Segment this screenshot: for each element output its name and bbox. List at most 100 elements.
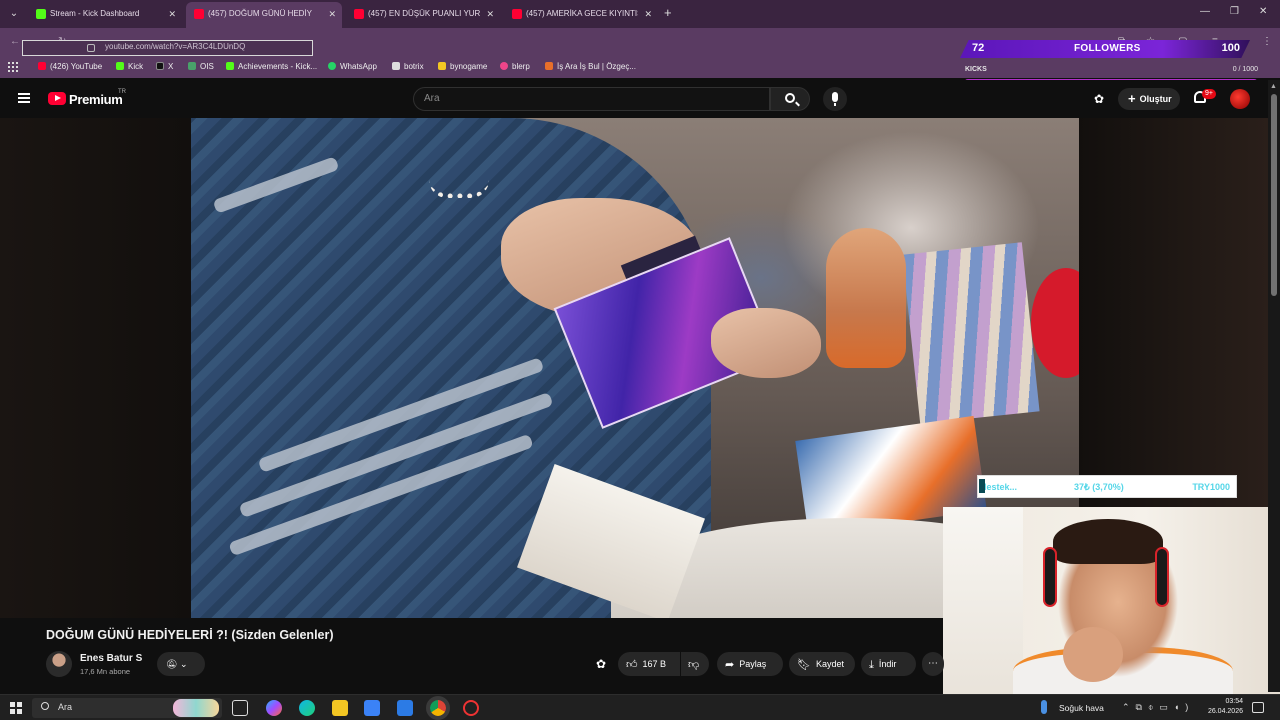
youtube-icon	[512, 9, 522, 19]
weather-icon	[1041, 700, 1047, 714]
bynogame-icon	[438, 62, 446, 70]
video-scene-necklace	[429, 180, 489, 198]
clock-date: 26.04.2026	[1207, 708, 1243, 715]
tab-video-3[interactable]: (457) AMERİKA GECE KIYINTISI ✕	[504, 3, 658, 25]
edge-icon[interactable]	[299, 700, 315, 716]
channel-subscribers: 17,6 Mn abone	[80, 667, 131, 676]
kick-icon	[36, 9, 46, 19]
tab-close-icon[interactable]: ✕	[644, 3, 652, 25]
copilot-icon[interactable]	[266, 700, 282, 716]
chrome-icon[interactable]	[426, 696, 450, 720]
extension-gear-icon[interactable]: ✿	[1094, 92, 1104, 106]
bookmark-ois[interactable]: OIS	[188, 62, 214, 71]
tab-title: (457) AMERİKA GECE KIYINTISI	[526, 9, 638, 18]
maximize-icon[interactable]: ❐	[1230, 6, 1239, 17]
tab-active-video[interactable]: (457) DOĞUM GÜNÜ HEDİY ✕	[186, 2, 342, 28]
windows-taskbar: Ara Soğuk hava ⌃⧉⌽▭◖) 03:54 26.04.2026	[0, 694, 1280, 720]
job-icon	[545, 62, 553, 70]
channel-name[interactable]: Enes Batur S	[80, 653, 142, 664]
browser-menu-icon[interactable]: ⋮	[1262, 36, 1272, 47]
search-button[interactable]	[770, 87, 810, 111]
apps-grid-icon[interactable]	[8, 62, 18, 72]
taskbar-clock[interactable]: 03:54 26.04.2026	[1203, 697, 1243, 717]
like-button[interactable]: 👍︎ 167 B	[618, 652, 680, 676]
taskbar-search-placeholder: Ara	[58, 702, 73, 712]
download-button[interactable]: ⤓ İndir	[861, 652, 916, 676]
tab-search-chevron-icon[interactable]: ⌄	[6, 6, 22, 22]
subscribed-notifications-button[interactable]: 🔕︎ ⌄	[157, 652, 205, 676]
share-icon: ➦	[725, 659, 735, 671]
botrix-icon	[392, 62, 400, 70]
headphones-icon	[1043, 547, 1057, 607]
share-button[interactable]: ➦ Paylaş	[717, 652, 783, 676]
region-code: TR	[118, 89, 126, 95]
bookmark-kick-achievements[interactable]: Achievements - Kick...	[226, 62, 317, 71]
bookmark-blerp[interactable]: blerp	[500, 62, 530, 71]
tab-title: (457) DOĞUM GÜNÜ HEDİY	[208, 9, 313, 18]
taskbar-search-input[interactable]: Ara	[32, 698, 222, 718]
obs-icon[interactable]	[463, 700, 479, 716]
back-icon[interactable]: ←	[10, 36, 20, 47]
tab-title: (457) EN DÜŞÜK PUANLI YURT	[368, 9, 480, 18]
webcam-person-hair	[1053, 519, 1163, 564]
site-info-icon[interactable]	[87, 44, 95, 52]
scrollbar-thumb[interactable]	[1271, 94, 1277, 296]
scroll-up-icon[interactable]: ▲	[1270, 83, 1277, 90]
close-window-icon[interactable]: ✕	[1259, 6, 1267, 17]
account-avatar[interactable]	[1230, 89, 1250, 109]
youtube-logo-icon[interactable]	[48, 92, 66, 105]
new-tab-button[interactable]: +	[664, 5, 672, 20]
system-tray-icons[interactable]: ⌃⧉⌽▭◖)	[1122, 702, 1194, 713]
voice-search-mic-icon[interactable]	[823, 87, 847, 111]
screen: ⌄ Stream - Kick Dashboard ✕ (457) DOĞUM …	[0, 0, 1280, 720]
bookmark-whatsapp[interactable]: WhatsApp	[328, 62, 377, 71]
address-bar[interactable]: youtube.com/watch?v=AR3C4LDUnDQ	[22, 40, 313, 56]
windows-start-icon[interactable]	[10, 702, 22, 714]
tab-close-icon[interactable]: ✕	[328, 2, 336, 26]
search-input[interactable]: Ara	[413, 87, 770, 111]
create-button[interactable]: + Oluştur	[1118, 88, 1180, 110]
bookmark-x[interactable]: X	[156, 62, 173, 71]
channel-avatar[interactable]	[46, 651, 72, 677]
more-actions-icon[interactable]: ⋯	[922, 652, 944, 676]
blerp-icon	[500, 62, 508, 70]
mail-icon[interactable]	[397, 700, 413, 716]
save-button[interactable]: 🔖︎ Kaydet	[789, 652, 855, 676]
kicks-label: KICKS	[965, 66, 987, 73]
clock-time: 03:54	[1225, 698, 1243, 705]
donation-progress: 37₺ (3,70%)	[1074, 482, 1124, 492]
tab-close-icon[interactable]: ✕	[168, 3, 176, 25]
youtube-header: Premium TR Ara ✿ + Oluştur 9+	[0, 80, 1268, 118]
bookmark-botrix[interactable]: botrix	[392, 62, 424, 71]
menu-icon[interactable]	[18, 93, 30, 103]
kick-icon	[116, 62, 124, 70]
page-scrollbar[interactable]: ▲	[1268, 80, 1280, 692]
store-icon[interactable]	[364, 700, 380, 716]
chevron-down-icon: ⌄	[179, 659, 188, 669]
youtube-icon	[354, 9, 364, 19]
video-scene-hand	[711, 308, 821, 378]
download-icon: ⤓	[869, 659, 874, 671]
weather-label[interactable]: Soğuk hava	[1059, 703, 1104, 713]
bookmark-job[interactable]: İş Ara İş Bul | Özgeç...	[545, 62, 636, 71]
bookmark-youtube[interactable]: (426) YouTube	[38, 62, 102, 71]
bookmark-bynogame[interactable]: bynogame	[438, 62, 487, 71]
tab-close-icon[interactable]: ✕	[486, 3, 494, 25]
whatsapp-icon	[328, 62, 336, 70]
file-explorer-icon[interactable]	[332, 700, 348, 716]
task-view-icon[interactable]	[232, 700, 248, 716]
notifications-badge: 9+	[1202, 89, 1216, 99]
headphones-icon	[1155, 547, 1169, 607]
youtube-premium-label[interactable]: Premium	[69, 92, 123, 107]
bookmark-kick[interactable]: Kick	[116, 62, 143, 71]
donation-goal-overlay: destek... 37₺ (3,70%) TRY1000	[977, 475, 1237, 498]
donation-label: destek...	[978, 479, 1018, 493]
followers-goal: 100	[1221, 42, 1240, 54]
browser-tab-strip: ⌄ Stream - Kick Dashboard ✕ (457) DOĞUM …	[0, 0, 1280, 28]
notification-center-icon[interactable]	[1252, 702, 1264, 713]
minimize-icon[interactable]: —	[1200, 6, 1210, 17]
tab-kick-dashboard[interactable]: Stream - Kick Dashboard ✕	[28, 3, 182, 25]
dislike-button[interactable]: 👎︎	[681, 652, 709, 676]
tab-video-2[interactable]: (457) EN DÜŞÜK PUANLI YURT ✕	[346, 3, 500, 25]
extension-gear-icon[interactable]: ✿	[596, 657, 606, 671]
